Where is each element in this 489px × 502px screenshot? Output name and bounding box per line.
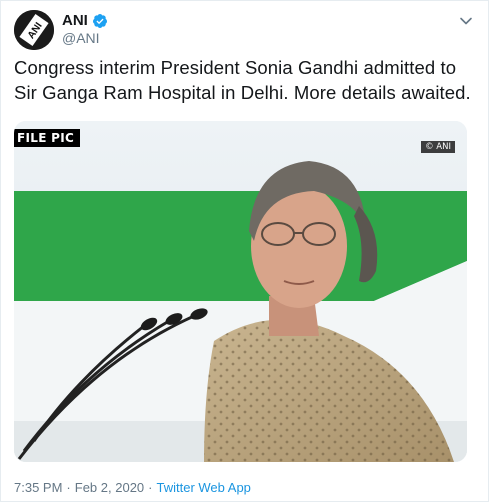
tweet-media[interactable]: FILE PIC © ANI	[14, 121, 467, 462]
tweet-date[interactable]: Feb 2, 2020	[75, 480, 144, 495]
verified-badge-icon	[92, 13, 107, 28]
ani-logo-icon: ANI	[14, 10, 54, 50]
ani-watermark: © ANI	[421, 141, 455, 153]
author-name-row: ANI	[62, 12, 108, 29]
tweet-text: Congress interim President Sonia Gandhi …	[14, 57, 471, 103]
tweet-meta: 7:35 PM · Feb 2, 2020 · Twitter Web App	[14, 480, 251, 495]
media-photo	[14, 121, 467, 462]
tweet-time[interactable]: 7:35 PM	[14, 480, 62, 495]
meta-separator: ·	[148, 480, 153, 495]
author-handle[interactable]: @ANI	[62, 30, 100, 46]
chevron-down-icon[interactable]	[458, 13, 474, 29]
tweet-source-link[interactable]: Twitter Web App	[157, 480, 251, 495]
tweet-card: ANI ANI @ANI Congress interim President …	[0, 0, 489, 502]
author-display-name[interactable]: ANI	[62, 12, 88, 29]
avatar[interactable]: ANI	[14, 10, 54, 50]
meta-separator: ·	[66, 480, 71, 495]
file-pic-badge: FILE PIC	[14, 129, 81, 147]
